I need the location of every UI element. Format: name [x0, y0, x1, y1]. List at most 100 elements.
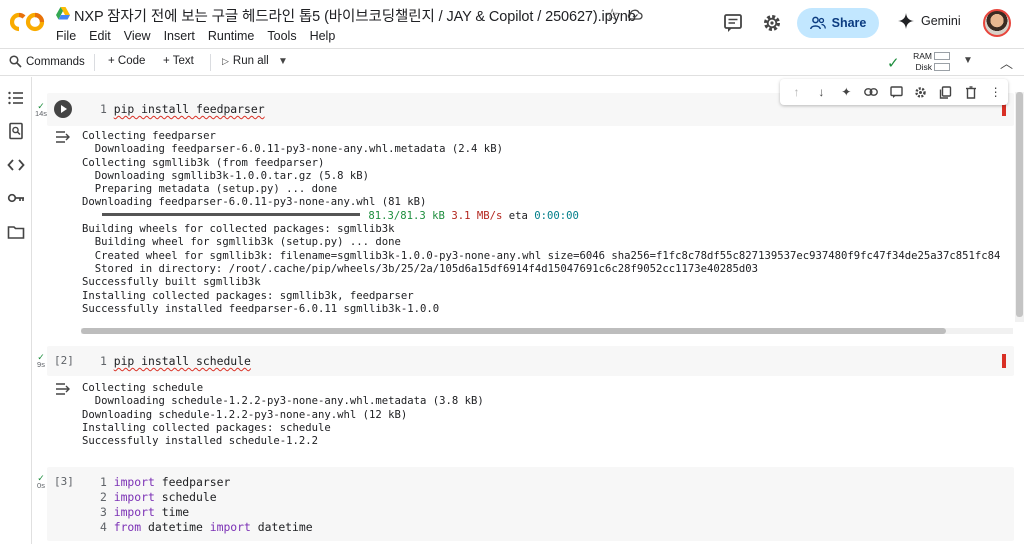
line-number: 1 [100, 354, 107, 368]
scrollbar-thumb[interactable] [81, 328, 946, 334]
output-line: Stored in directory: /root/.cache/pip/wh… [82, 262, 759, 275]
connected-check-icon: ✓ [887, 55, 900, 72]
keyword: import [113, 490, 155, 504]
cloud-saved-icon[interactable] [627, 7, 643, 21]
menu-help[interactable]: Help [310, 29, 336, 43]
delete-icon[interactable] [958, 81, 983, 103]
output-actions-icon[interactable] [55, 382, 71, 396]
cell-toolbar: ↑ ↓ ✦ ⋮ [780, 79, 1008, 105]
code-line: 1 import feedparser [100, 475, 313, 490]
code-line: 4 from datetime import datetime [100, 520, 313, 535]
menu-tools[interactable]: Tools [267, 29, 296, 43]
output-line: Successfully installed schedule-1.2.2 [82, 435, 318, 448]
code-line: 2 import schedule [100, 490, 313, 505]
cell-3-code[interactable]: 1 import feedparser 2 import schedule 3 im… [100, 475, 313, 535]
cell-2-exec-count: [2] [54, 354, 74, 367]
comment-icon[interactable] [722, 12, 744, 34]
menu-runtime[interactable]: Runtime [208, 29, 255, 43]
code-cell-3[interactable]: [3] 1 import feedparser 2 import schedule… [47, 467, 1014, 541]
scrollbar-thumb[interactable] [1016, 92, 1023, 317]
code-line: pip install feedparser [113, 102, 265, 116]
play-icon: ▷ [222, 55, 229, 66]
runtime-dropdown-icon[interactable]: ▼ [963, 55, 973, 66]
line-number: 3 [100, 505, 107, 519]
share-label: Share [831, 16, 867, 30]
toolbar-divider [210, 54, 211, 71]
output-line: Collecting sgmllib3k (from feedparser) [82, 156, 325, 169]
cell-1-status: ✓ 14s [34, 102, 48, 118]
run-all-button[interactable]: ▷ Run all [222, 55, 269, 67]
add-text-cell-button[interactable]: + Text [163, 55, 194, 67]
settings-gear-icon[interactable] [908, 81, 933, 103]
code-text: schedule [154, 490, 217, 504]
output-line: Building wheel for sgmllib3k (setup.py) … [82, 236, 401, 249]
run-all-dropdown-icon[interactable]: ▼ [278, 56, 288, 67]
keyword: import [113, 475, 155, 489]
menu-bar: File Edit View Insert Runtime Tools Help [56, 29, 348, 43]
menu-edit[interactable]: Edit [89, 29, 111, 43]
code-snippets-icon[interactable] [7, 156, 25, 174]
toolbar-divider [94, 54, 95, 71]
cell-3-status: ✓ 0s [34, 474, 48, 490]
notebook-title[interactable]: NXP 잠자기 전에 보는 구글 헤드라인 톱5 (바이브코딩챌린지 / JAY… [74, 5, 636, 26]
progress-line: 81.3/81.3 kB 3.1 MB/s eta 0:00:00 [82, 210, 1014, 223]
cell-1-exec-time: 14s [34, 109, 48, 118]
settings-gear-icon[interactable] [761, 12, 783, 34]
add-code-cell-button[interactable]: + Code [108, 55, 145, 67]
ram-label: RAM [913, 51, 932, 61]
notebook-vertical-scrollbar[interactable] [1015, 92, 1024, 322]
menu-view[interactable]: View [124, 29, 151, 43]
gemini-sparkle-icon[interactable]: ✦ [834, 81, 859, 103]
cell-1-output: Collecting feedparser Downloading feedpa… [82, 130, 1014, 316]
keyword: from [113, 520, 142, 534]
colab-logo[interactable] [10, 11, 46, 33]
output-line: Successfully built sgmllib3k [82, 276, 261, 289]
share-button[interactable]: Share [797, 8, 879, 38]
code-line: pip install schedule [113, 354, 251, 368]
find-replace-icon[interactable] [7, 122, 25, 140]
menu-insert[interactable]: Insert [164, 29, 195, 43]
star-icon[interactable]: ☆ [605, 5, 619, 25]
output-horizontal-scrollbar[interactable] [81, 328, 1013, 334]
secrets-key-icon[interactable] [7, 189, 25, 207]
collapse-header-icon[interactable]: ︿ [1000, 53, 1013, 72]
disk-label: Disk [915, 62, 932, 72]
menu-file[interactable]: File [56, 29, 76, 43]
commands-label: Commands [26, 55, 85, 68]
progress-size: 81.3/81.3 kB [368, 209, 445, 222]
code-cell-2[interactable]: [2] 1 pip install schedule [47, 346, 1014, 376]
account-avatar[interactable] [983, 9, 1011, 37]
gemini-label: Gemini [921, 14, 961, 28]
output-actions-icon[interactable] [55, 130, 71, 144]
gemini-button[interactable]: Gemini [898, 13, 961, 29]
mirror-cell-icon[interactable] [933, 81, 958, 103]
progress-eta: 0:00:00 [534, 209, 579, 222]
line-number: 1 [100, 102, 107, 116]
move-cell-down-icon[interactable]: ↓ [809, 81, 834, 103]
output-line: Created wheel for sgmllib3k: filename=sg… [82, 249, 1001, 262]
disk-meter [934, 63, 950, 71]
comment-icon[interactable] [884, 81, 909, 103]
more-options-icon[interactable]: ⋮ [983, 81, 1008, 103]
google-drive-icon [56, 7, 70, 20]
files-folder-icon[interactable] [7, 223, 25, 241]
link-icon[interactable] [859, 81, 884, 103]
cell-2-output: Collecting schedule Downloading schedule… [82, 382, 1014, 448]
resource-monitor[interactable]: RAM Disk [912, 51, 932, 73]
cell-3-exec-time: 0s [37, 481, 45, 490]
error-marker [1002, 354, 1006, 368]
table-of-contents-icon[interactable] [7, 89, 25, 107]
output-line: Successfully installed feedparser-6.0.11… [82, 302, 440, 315]
cell-1-code[interactable]: 1 pip install feedparser [100, 102, 265, 116]
move-cell-up-icon[interactable]: ↑ [784, 81, 809, 103]
output-line: Downloading schedule-1.2.2-py3-none-any.… [82, 408, 408, 421]
progress-speed: 3.1 MB/s [451, 209, 503, 222]
run-cell-button[interactable] [54, 100, 72, 118]
app-header: NXP 잠자기 전에 보는 구글 헤드라인 톱5 (바이브코딩챌린지 / JAY… [0, 0, 1024, 48]
output-line: Collecting schedule [82, 382, 204, 394]
commands-button[interactable]: Commands [9, 55, 85, 68]
cell-2-code[interactable]: 1 pip install schedule [100, 354, 251, 368]
code-line: 3 import time [100, 505, 313, 520]
progress-eta-label: eta [508, 209, 528, 222]
cell-2-exec-time: 9s [37, 360, 45, 369]
